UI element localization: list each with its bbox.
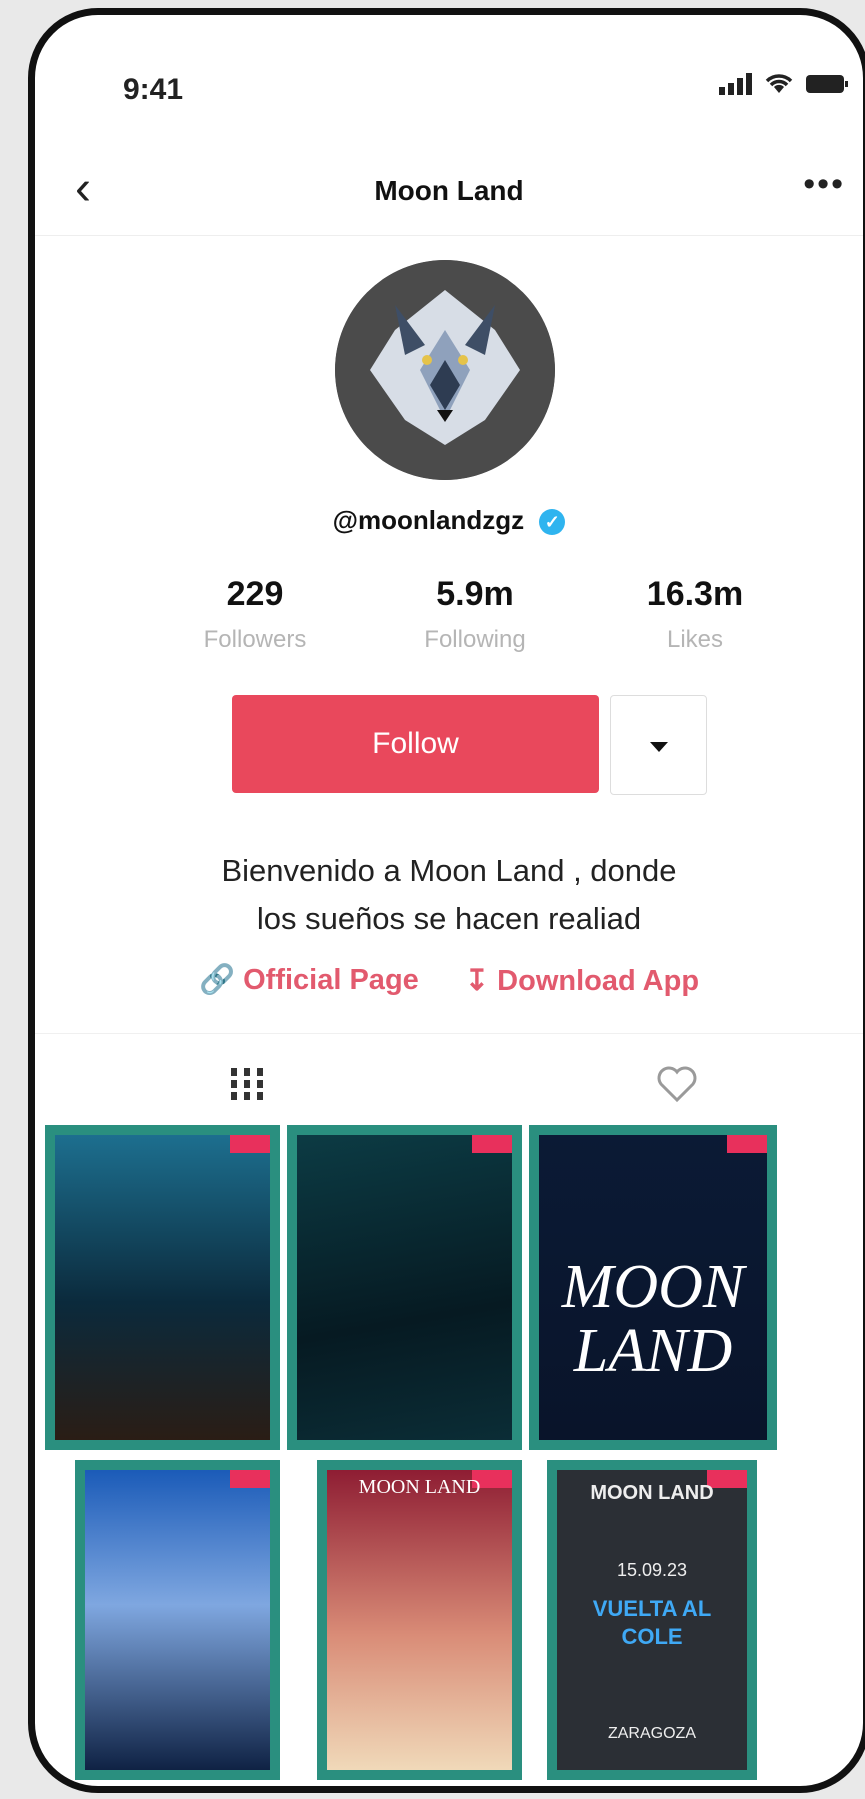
stat-label: Following: [424, 626, 526, 653]
username: @moonlandzgz: [332, 505, 525, 535]
tab-liked[interactable]: [655, 1064, 715, 1104]
thumbnail-title-text: MOON: [561, 1253, 745, 1321]
download-icon: ↧: [464, 965, 490, 997]
wolf-avatar-image: [335, 260, 555, 480]
video-thumbnail[interactable]: [75, 1460, 280, 1780]
verified-icon: ✓: [539, 509, 566, 536]
battery-icon: [806, 75, 848, 93]
more-options-icon[interactable]: •••: [803, 165, 845, 204]
event-city: ZARAGOZA: [607, 1725, 696, 1742]
wifi-icon: [765, 74, 793, 93]
link-icon: 🔗: [198, 964, 236, 996]
thumbnail-accent: [727, 1135, 767, 1153]
status-time: 9:41: [123, 73, 184, 106]
profile-links: 🔗 Official Page ↧ Download App: [35, 963, 863, 998]
follow-button[interactable]: Follow: [232, 695, 599, 793]
video-grid: MOON LAND MOON LAND MOON LAND 15.09.23 V…: [45, 1125, 863, 1785]
download-app-link[interactable]: ↧ Download App: [465, 963, 699, 998]
thumbnail-title-text: LAND: [573, 1317, 733, 1385]
profile-tabs: [35, 1033, 863, 1124]
stat-likes[interactable]: 16.3m Likes: [595, 575, 795, 654]
download-app-label: Download App: [497, 965, 700, 997]
video-thumbnail[interactable]: [45, 1125, 280, 1450]
signal-icon: [719, 73, 752, 95]
bio-line: los sueños se hacen realiad: [256, 901, 642, 936]
thumbnail-title-text: MOON LAND: [590, 1482, 714, 1504]
stat-value: 16.3m: [646, 575, 744, 613]
moon-land-title: MOON LAND: [539, 1255, 767, 1383]
stat-label: Likes: [666, 626, 724, 653]
video-thumbnail[interactable]: MOON LAND: [317, 1460, 522, 1780]
caret-down-icon: [650, 742, 668, 752]
stat-value: 5.9m: [436, 575, 514, 613]
profile-stats: 229 Followers 5.9m Following 16.3m Likes: [155, 575, 795, 654]
handle-row: @moonlandzgz ✓: [35, 505, 863, 536]
thumbnail-accent: [230, 1135, 270, 1153]
avatar[interactable]: [335, 260, 555, 480]
stat-label: Followers: [203, 626, 307, 653]
stat-followers[interactable]: 229 Followers: [155, 575, 355, 654]
thumbnail-title-text: MOON LAND: [358, 1476, 481, 1498]
stat-value: 229: [226, 575, 284, 613]
bio-line: Bienvenido a Moon Land , donde: [221, 853, 677, 888]
tab-videos[interactable]: [227, 1064, 287, 1104]
heart-icon: [657, 1066, 697, 1103]
stat-following[interactable]: 5.9m Following: [375, 575, 575, 654]
nav-bar: ‹ Moon Land •••: [35, 135, 863, 236]
page-title: Moon Land: [374, 175, 524, 206]
grid-icon: [231, 1068, 263, 1100]
thumbnail-accent: [472, 1135, 512, 1153]
event-date: 15.09.23: [616, 1560, 688, 1580]
phone-frame: 9:41 ‹ Moon Land ••• @moonlandzgz ✓ 229 …: [28, 8, 865, 1793]
suggestions-dropdown-button[interactable]: [610, 695, 707, 795]
status-icons: [719, 71, 849, 95]
video-thumbnail[interactable]: MOON LAND 15.09.23 VUELTA AL COLE ZARAGO…: [547, 1460, 757, 1780]
official-page-link[interactable]: 🔗 Official Page: [199, 963, 419, 998]
profile-bio: Bienvenido a Moon Land , donde los sueño…: [155, 847, 743, 943]
event-name: VUELTA AL COLE: [592, 1596, 712, 1649]
official-page-label: Official Page: [243, 964, 419, 996]
video-thumbnail[interactable]: MOON LAND: [529, 1125, 777, 1450]
thumbnail-accent: [230, 1470, 270, 1488]
video-thumbnail[interactable]: [287, 1125, 522, 1450]
